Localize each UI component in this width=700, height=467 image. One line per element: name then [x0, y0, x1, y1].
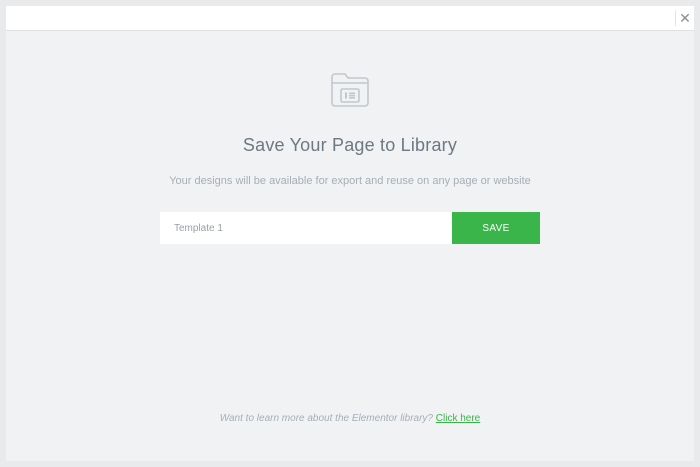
close-icon[interactable]: ✕ [676, 6, 694, 30]
modal-header: ✕ [6, 6, 694, 31]
save-template-form: SAVE [160, 212, 540, 244]
click-here-link[interactable]: Click here [436, 413, 480, 424]
page-subtitle: Your designs will be available for expor… [169, 175, 531, 187]
save-button[interactable]: SAVE [452, 212, 540, 244]
footer-text: Want to learn more about the Elementor l… [6, 413, 694, 424]
footer-message: Want to learn more about the Elementor l… [219, 413, 433, 424]
page-title: Save Your Page to Library [242, 135, 458, 155]
modal-content: Save Your Page to Library Your designs w… [6, 31, 694, 461]
folder-library-icon [331, 73, 369, 107]
template-name-input[interactable] [160, 212, 452, 244]
save-to-library-modal: ✕ Save Your Page to Library Your designs… [6, 6, 694, 461]
